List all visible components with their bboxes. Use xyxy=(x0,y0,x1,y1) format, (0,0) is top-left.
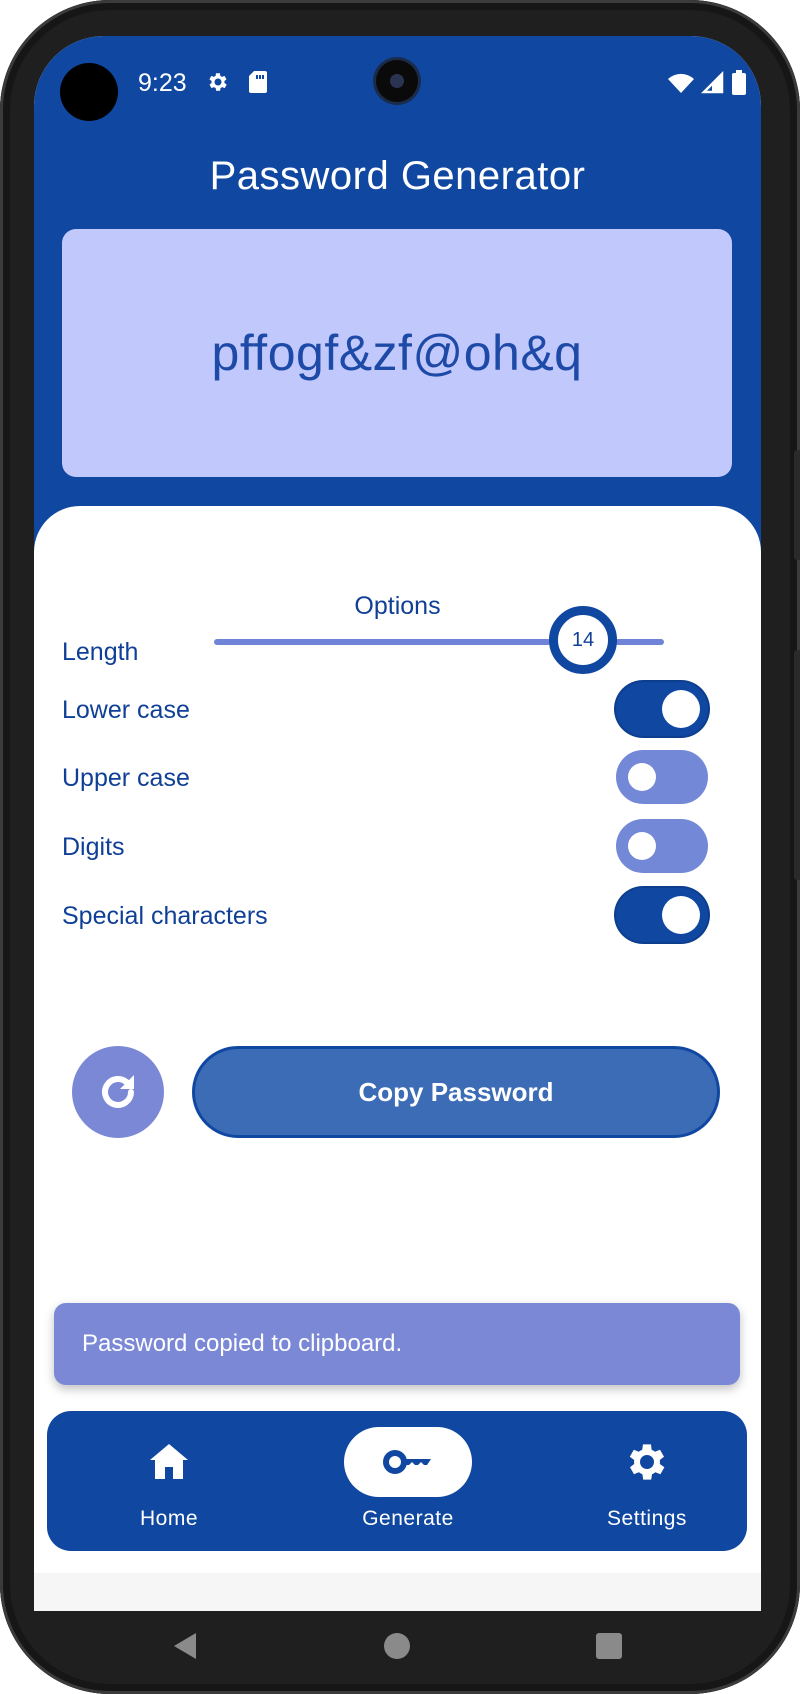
status-time: 9:23 xyxy=(138,69,187,97)
nav-generate[interactable]: Generate xyxy=(328,1411,488,1551)
camera-cutout-icon xyxy=(60,63,118,121)
toggle-knob xyxy=(662,896,700,934)
cell-signal-icon xyxy=(700,70,725,100)
toggle-label: Lower case xyxy=(62,696,190,724)
nav-settings-label: Settings xyxy=(607,1507,687,1530)
wifi-icon xyxy=(667,71,695,100)
bottom-navigation: Home Generate Settings xyxy=(47,1411,747,1551)
phone-frame: 9:23 Password Generator pffogf&zf@oh&q O… xyxy=(0,0,800,1694)
settings-icon xyxy=(583,1427,711,1497)
toggle-label: Special characters xyxy=(62,902,268,930)
slider-value: 14 xyxy=(571,628,595,651)
nav-home-label: Home xyxy=(139,1507,199,1530)
toggle-switch[interactable] xyxy=(616,819,708,873)
toggle-knob xyxy=(628,763,656,791)
nav-generate-label: Generate xyxy=(362,1507,454,1530)
gesture-area xyxy=(34,1573,761,1611)
battery-icon xyxy=(731,70,747,101)
back-icon[interactable] xyxy=(172,1631,198,1666)
toggle-knob xyxy=(628,832,656,860)
screen: 9:23 Password Generator pffogf&zf@oh&q O… xyxy=(34,36,761,1611)
app-title: Password Generator xyxy=(209,154,586,198)
status-right-icons xyxy=(667,70,747,101)
front-camera-icon xyxy=(376,60,418,102)
slider-track-inactive xyxy=(615,639,664,645)
snackbar-text: Password copied to clipboard. xyxy=(82,1330,403,1357)
length-slider[interactable]: 14 xyxy=(214,606,732,674)
toggle-switch[interactable] xyxy=(616,888,708,942)
options-title: Options xyxy=(354,592,441,620)
password-display: pffogf&zf@oh&q xyxy=(62,229,732,477)
toggle-knob xyxy=(662,690,700,728)
toggle-label: Digits xyxy=(62,833,125,861)
home-circle-icon[interactable] xyxy=(384,1633,410,1659)
slider-track-active xyxy=(214,639,551,645)
system-navigation-bar xyxy=(34,1611,761,1681)
volume-button xyxy=(794,450,800,560)
toggle-switch[interactable] xyxy=(616,682,708,736)
snackbar: Password copied to clipboard. xyxy=(54,1303,740,1385)
recents-icon[interactable] xyxy=(596,1633,622,1659)
refresh-icon xyxy=(102,1075,134,1108)
key-icon xyxy=(344,1427,472,1497)
power-button xyxy=(794,650,800,880)
sd-card-icon xyxy=(248,70,268,99)
home-icon xyxy=(105,1427,233,1497)
toggle-label: Upper case xyxy=(62,764,190,792)
copy-password-button[interactable]: Copy Password xyxy=(192,1046,720,1138)
length-label: Length xyxy=(62,638,139,666)
slider-thumb[interactable]: 14 xyxy=(549,606,617,674)
password-text: pffogf&zf@oh&q xyxy=(211,325,583,381)
toggle-switch[interactable] xyxy=(616,750,708,804)
settings-status-icon xyxy=(206,70,230,99)
nav-home[interactable]: Home xyxy=(89,1411,249,1551)
nav-settings[interactable]: Settings xyxy=(567,1411,727,1551)
refresh-button[interactable] xyxy=(72,1046,164,1138)
